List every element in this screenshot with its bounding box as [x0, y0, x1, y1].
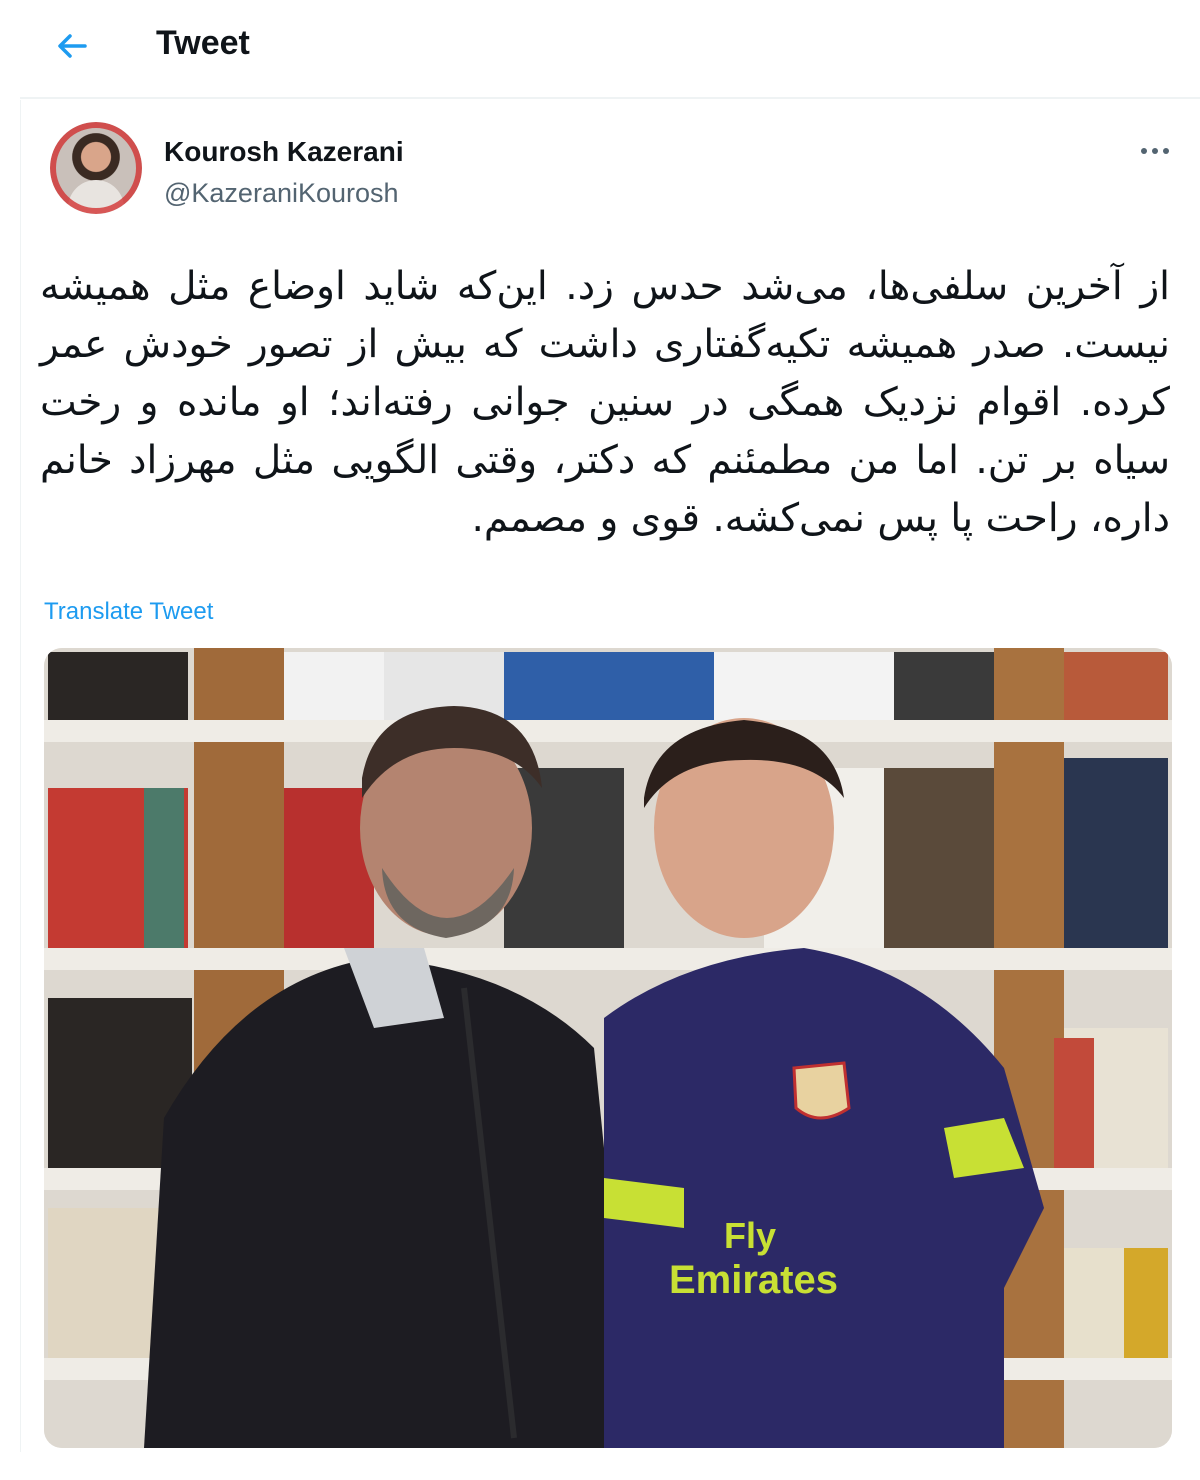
translate-tweet-link[interactable]: Translate Tweet [44, 598, 213, 626]
back-button[interactable] [40, 18, 104, 74]
back-arrow-icon [58, 34, 87, 58]
jersey-line-1: Fly [724, 1215, 776, 1256]
author-handle[interactable]: @KazeraniKourosh [164, 178, 399, 209]
avatar[interactable] [50, 122, 142, 214]
tweet-photo-image: Fly Emirates [44, 648, 1172, 1448]
jersey-line-2: Emirates [669, 1258, 838, 1302]
author-name[interactable]: Kourosh Kazerani [164, 136, 404, 168]
header-divider [20, 97, 1200, 99]
tweet-photo[interactable]: Fly Emirates [44, 648, 1172, 1448]
top-bar: Tweet [0, 0, 1200, 96]
taskbar [0, 1452, 1200, 1480]
page-title: Tweet [156, 24, 250, 62]
more-options-icon[interactable] [1130, 136, 1180, 166]
tweet-text: از آخرین سلفی‌ها، می‌شد حدس زد. این‌که ش… [40, 264, 1170, 541]
